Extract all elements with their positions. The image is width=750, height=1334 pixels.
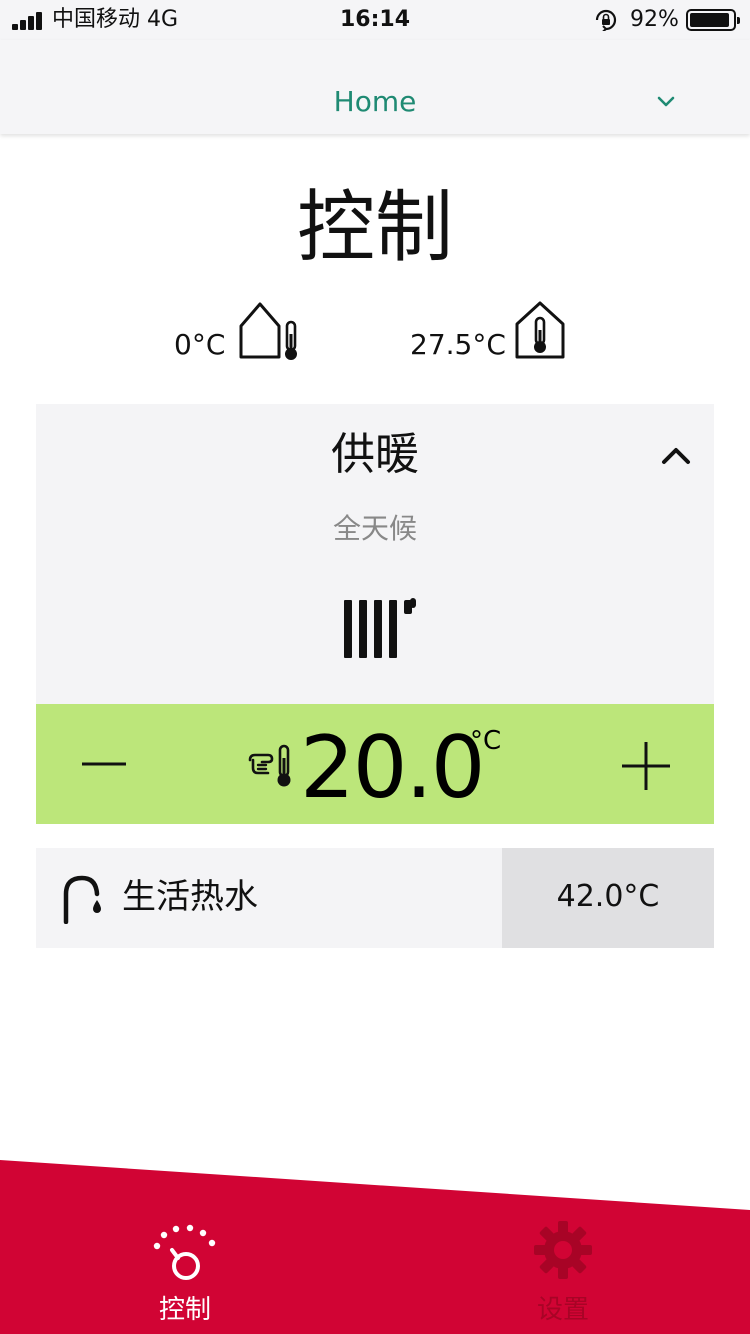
hot-water-setpoint[interactable]: 42.0°C (502, 848, 714, 948)
outdoor-temperature: 0°C (174, 300, 314, 364)
hot-water-label: 生活热水 (122, 877, 258, 917)
outdoor-temperature-value: 0°C (174, 328, 226, 361)
manual-override-icon (248, 744, 291, 787)
gear-icon (534, 1221, 592, 1279)
indoor-temperature: 27.5°C (410, 300, 570, 364)
indoor-thermometer-icon (515, 301, 565, 359)
setpoint-unit: °C (470, 726, 502, 756)
heating-mode[interactable]: 全天候 (36, 510, 714, 548)
tap-icon (63, 875, 101, 924)
dial-icon (153, 1224, 216, 1280)
decrease-button[interactable] (64, 734, 144, 794)
tab-control[interactable]: 控制 (130, 1216, 240, 1334)
tab-settings[interactable]: 设置 (508, 1216, 618, 1334)
status-bar: 中国移动 4G 16:14 92% (0, 0, 750, 40)
tab-bar-background (0, 1160, 750, 1334)
heating-card: 供暖 全天候 (36, 404, 714, 704)
setpoint-bar: 20.0 °C (36, 704, 714, 824)
tab-settings-label: 设置 (536, 1295, 589, 1325)
nav-bar: Home (0, 40, 750, 134)
increase-button[interactable] (610, 730, 682, 802)
heating-title: 供暖 (331, 429, 419, 480)
hot-water-value: 42.0°C (556, 879, 660, 914)
battery-percent: 92% (630, 7, 679, 32)
setpoint-value: 20.0 (300, 718, 485, 818)
tab-bar: 控制 设置 (0, 1150, 750, 1334)
battery-icon (686, 9, 740, 31)
chevron-down-icon[interactable] (654, 90, 678, 114)
hot-water-row[interactable]: 生活热水 42.0°C (36, 848, 714, 948)
indoor-temperature-value: 27.5°C (410, 328, 506, 361)
page-title: 控制 (296, 183, 453, 273)
rotation-lock-icon (595, 9, 617, 31)
tab-control-label: 控制 (158, 1295, 211, 1325)
radiator-icon (344, 598, 416, 658)
chevron-up-icon[interactable] (658, 444, 694, 468)
home-selector[interactable]: Home (0, 82, 750, 122)
outdoor-thermometer-icon (239, 302, 297, 360)
